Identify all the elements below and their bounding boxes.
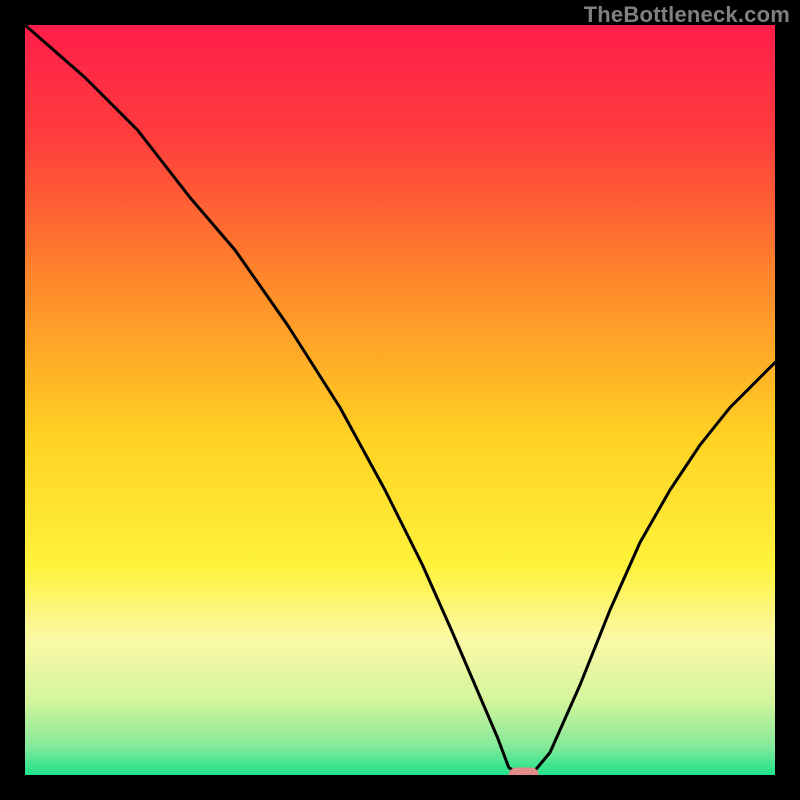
optimal-marker xyxy=(509,768,539,776)
plot-area xyxy=(25,25,775,775)
watermark-label: TheBottleneck.com xyxy=(584,2,790,28)
gradient-background xyxy=(25,25,775,775)
chart-frame: TheBottleneck.com xyxy=(0,0,800,800)
chart-svg xyxy=(25,25,775,775)
marker-layer xyxy=(509,768,539,776)
